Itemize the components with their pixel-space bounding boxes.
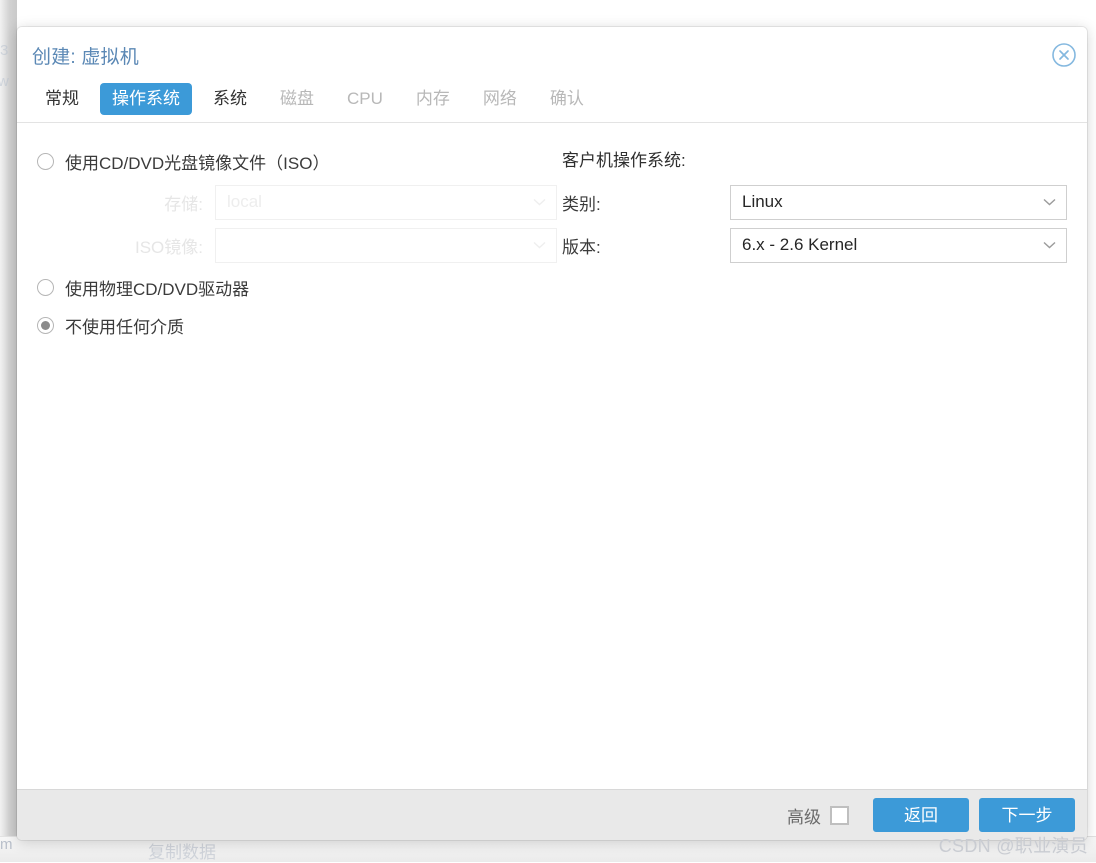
- chevron-down-icon: [533, 198, 546, 206]
- os-version-label: 版本:: [562, 237, 601, 257]
- radio-no-media[interactable]: [37, 316, 54, 334]
- guest-os-heading: 客户机操作系统:: [562, 151, 686, 170]
- next-button[interactable]: 下一步: [979, 798, 1075, 832]
- radio-row-use-iso-image[interactable]: 使用CD/DVD光盘镜像文件（ISO）: [37, 145, 557, 177]
- installation-media-column: 使用CD/DVD光盘镜像文件（ISO） 存储: local ISO镜像: 使用物…: [37, 145, 557, 347]
- tab-disks: 磁盘: [280, 88, 314, 108]
- storage-select: local: [215, 184, 557, 220]
- dialog-footer: 高级 返回 下一步: [17, 789, 1087, 840]
- chevron-down-icon: [1043, 241, 1056, 249]
- radio-use-iso-image[interactable]: [37, 152, 54, 170]
- iso-image-label: ISO镜像:: [134, 237, 203, 257]
- background-copy-data-label: 复制数据: [148, 843, 216, 862]
- iso-image-select: [215, 227, 557, 263]
- os-type-row: 类别: Linux: [562, 183, 1067, 221]
- chevron-down-icon: [1043, 198, 1056, 206]
- tab-confirm: 确认: [549, 88, 584, 108]
- radio-label-no-media: 不使用任何介质: [65, 317, 184, 337]
- os-version-row: 版本: 6.x - 2.6 Kernel: [562, 226, 1067, 264]
- dialog-body: 使用CD/DVD光盘镜像文件（ISO） 存储: local ISO镜像: 使用物…: [17, 123, 1087, 789]
- csdn-watermark: CSDN @职业演员: [938, 836, 1088, 856]
- background-ghost-char-3: m: [0, 836, 13, 853]
- os-type-select[interactable]: Linux: [730, 184, 1067, 220]
- os-type-label: 类别:: [562, 194, 601, 214]
- tab-network: 网络: [482, 88, 517, 108]
- radio-row-use-physical-drive[interactable]: 使用物理CD/DVD驱动器: [37, 271, 557, 303]
- storage-field-row: 存储: local: [37, 183, 557, 221]
- os-type-select-value: Linux: [742, 192, 783, 211]
- radio-use-physical-drive[interactable]: [37, 278, 54, 296]
- background-ghost-char-1: 3: [0, 42, 9, 59]
- chevron-down-icon: [533, 241, 546, 249]
- advanced-label: 高级: [787, 807, 821, 827]
- radio-row-no-media[interactable]: 不使用任何介质: [37, 309, 557, 341]
- tab-general[interactable]: 常规: [33, 83, 91, 115]
- os-version-select[interactable]: 6.x - 2.6 Kernel: [730, 227, 1067, 263]
- tab-os[interactable]: 操作系统: [100, 82, 192, 115]
- storage-select-value: local: [227, 192, 262, 211]
- close-circle-icon[interactable]: [1050, 41, 1078, 69]
- storage-label: 存储:: [164, 194, 203, 214]
- back-button[interactable]: 返回: [873, 798, 969, 832]
- create-vm-dialog: 创建: 虚拟机 常规 操作系统 系统 磁盘 CPU 内存 网络 确认 使用CD/…: [17, 27, 1087, 840]
- background-left-strip: [0, 0, 17, 861]
- advanced-checkbox[interactable]: [830, 805, 849, 825]
- dialog-title: 创建: 虚拟机: [32, 47, 139, 68]
- guest-os-column: 客户机操作系统: 类别: Linux 版本: 6.x - 2.6 Kernel: [562, 145, 1067, 269]
- wizard-tab-bar: 常规 操作系统 系统 磁盘 CPU 内存 网络 确认: [17, 75, 1087, 123]
- radio-label-use-physical-drive: 使用物理CD/DVD驱动器: [65, 279, 250, 299]
- advanced-toggle[interactable]: 高级: [787, 803, 849, 828]
- iso-image-field-row: ISO镜像:: [37, 226, 557, 264]
- tab-memory: 内存: [415, 88, 450, 108]
- tab-system[interactable]: 系统: [201, 83, 259, 115]
- background-ghost-char-2: w: [0, 73, 9, 90]
- os-version-select-value: 6.x - 2.6 Kernel: [742, 235, 858, 254]
- radio-label-use-iso-image: 使用CD/DVD光盘镜像文件（ISO）: [65, 153, 330, 173]
- dialog-header: 创建: 虚拟机: [17, 27, 1087, 75]
- tab-cpu: CPU: [347, 88, 383, 108]
